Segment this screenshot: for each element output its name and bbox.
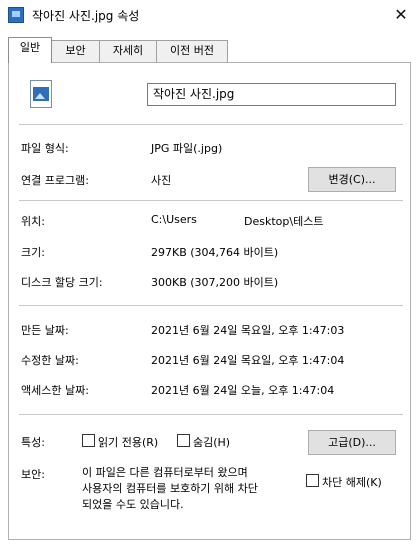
attributes-label: 특성: bbox=[21, 436, 45, 449]
size-on-disk-value: 300KB (307,200 바이트) bbox=[151, 276, 279, 289]
modified-label: 수정한 날짜: bbox=[21, 354, 79, 367]
unblock-checkbox[interactable] bbox=[306, 474, 319, 487]
readonly-label[interactable]: 읽기 전용(R) bbox=[98, 434, 158, 450]
accessed-value: 2021년 6월 24일 오늘, 오후 1:47:04 bbox=[151, 384, 335, 397]
file-type-label: 파일 형식: bbox=[21, 142, 69, 155]
security-text-line1: 이 파일은 다른 컴퓨터로부터 왔으며 bbox=[82, 466, 248, 479]
file-type-value: JPG 파일(.jpg) bbox=[151, 142, 223, 155]
divider bbox=[19, 124, 403, 125]
location-label: 위치: bbox=[21, 215, 45, 228]
accessed-label: 액세스한 날짜: bbox=[21, 384, 89, 397]
divider bbox=[19, 414, 403, 415]
filename-input[interactable]: 작아진 사진.jpg bbox=[147, 83, 396, 106]
location-value-suffix: Desktop\테스트 bbox=[244, 215, 324, 228]
size-value: 297KB (304,764 바이트) bbox=[151, 246, 279, 259]
tab-previous-versions[interactable]: 이전 버전 bbox=[156, 40, 228, 62]
modified-value: 2021년 6월 24일 목요일, 오후 1:47:04 bbox=[151, 354, 345, 367]
jpg-file-icon bbox=[30, 80, 52, 108]
image-file-icon bbox=[8, 7, 24, 23]
readonly-checkbox[interactable] bbox=[82, 434, 95, 447]
close-icon[interactable]: ✕ bbox=[387, 2, 415, 28]
tab-strip: 일반 보안 자세히 이전 버전 bbox=[8, 37, 228, 63]
unblock-label[interactable]: 차단 해제(K) bbox=[322, 474, 382, 490]
change-button[interactable]: 변경(C)... bbox=[308, 167, 396, 192]
advanced-button[interactable]: 고급(D)... bbox=[308, 430, 396, 455]
security-text-line3: 되었을 수도 있습니다. bbox=[82, 498, 184, 511]
divider bbox=[19, 200, 403, 201]
hidden-checkbox[interactable] bbox=[177, 434, 190, 447]
hidden-label[interactable]: 숨김(H) bbox=[193, 434, 230, 450]
window-title: 작아진 사진.jpg 속성 bbox=[32, 9, 140, 23]
created-value: 2021년 6월 24일 목요일, 오후 1:47:03 bbox=[151, 324, 345, 337]
size-on-disk-label: 디스크 할당 크기: bbox=[21, 276, 103, 289]
tab-details[interactable]: 자세히 bbox=[99, 40, 157, 62]
location-value-prefix: C:\Users bbox=[151, 213, 197, 226]
divider bbox=[19, 305, 403, 306]
created-label: 만든 날짜: bbox=[21, 324, 69, 337]
tab-general[interactable]: 일반 bbox=[8, 37, 52, 63]
tab-security[interactable]: 보안 bbox=[51, 40, 100, 62]
size-label: 크기: bbox=[21, 246, 45, 259]
opens-with-value: 사진 bbox=[151, 174, 172, 187]
security-text-line2: 사용자의 컴퓨터를 보호하기 위해 차단 bbox=[82, 482, 258, 495]
security-label: 보안: bbox=[21, 468, 45, 481]
opens-with-label: 연결 프로그램: bbox=[21, 174, 89, 187]
